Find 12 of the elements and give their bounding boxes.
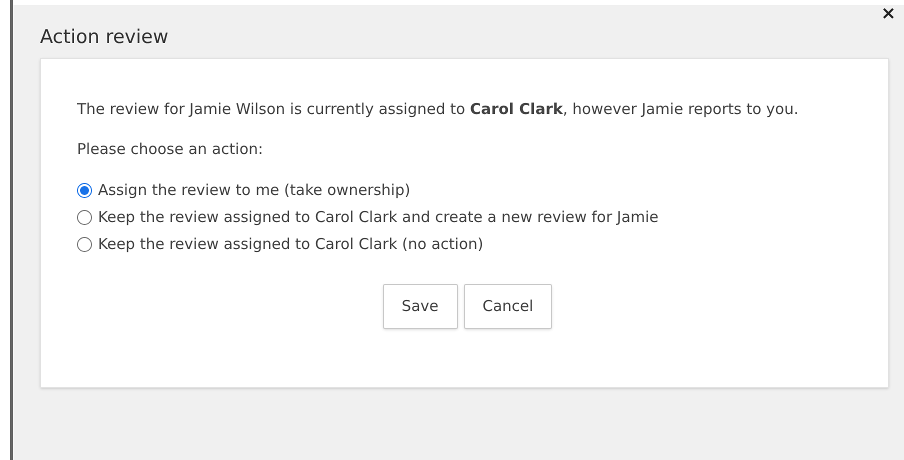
cancel-button[interactable]: Cancel [464, 284, 552, 328]
radio-button[interactable] [77, 210, 92, 224]
option-label[interactable]: Assign the review to me (take ownership) [98, 178, 410, 202]
option-label[interactable]: Keep the review assigned to Carol Clark (no action) [98, 232, 484, 256]
radio-button[interactable] [77, 236, 92, 252]
prompt-text: Please choose an action: [77, 139, 264, 160]
dialog-title: Action review [40, 24, 168, 50]
message-text: The review for Jamie Wilson is currently assigned to Carol Clark, however Jamie reports to you. [77, 99, 800, 120]
option-label[interactable]: Keep the review assigned to Carol Clark and create a new review for Jamie [98, 206, 659, 228]
save-button[interactable]: Save [382, 284, 458, 328]
radio-button[interactable] [77, 182, 92, 198]
close-button[interactable]: × [880, 5, 896, 23]
